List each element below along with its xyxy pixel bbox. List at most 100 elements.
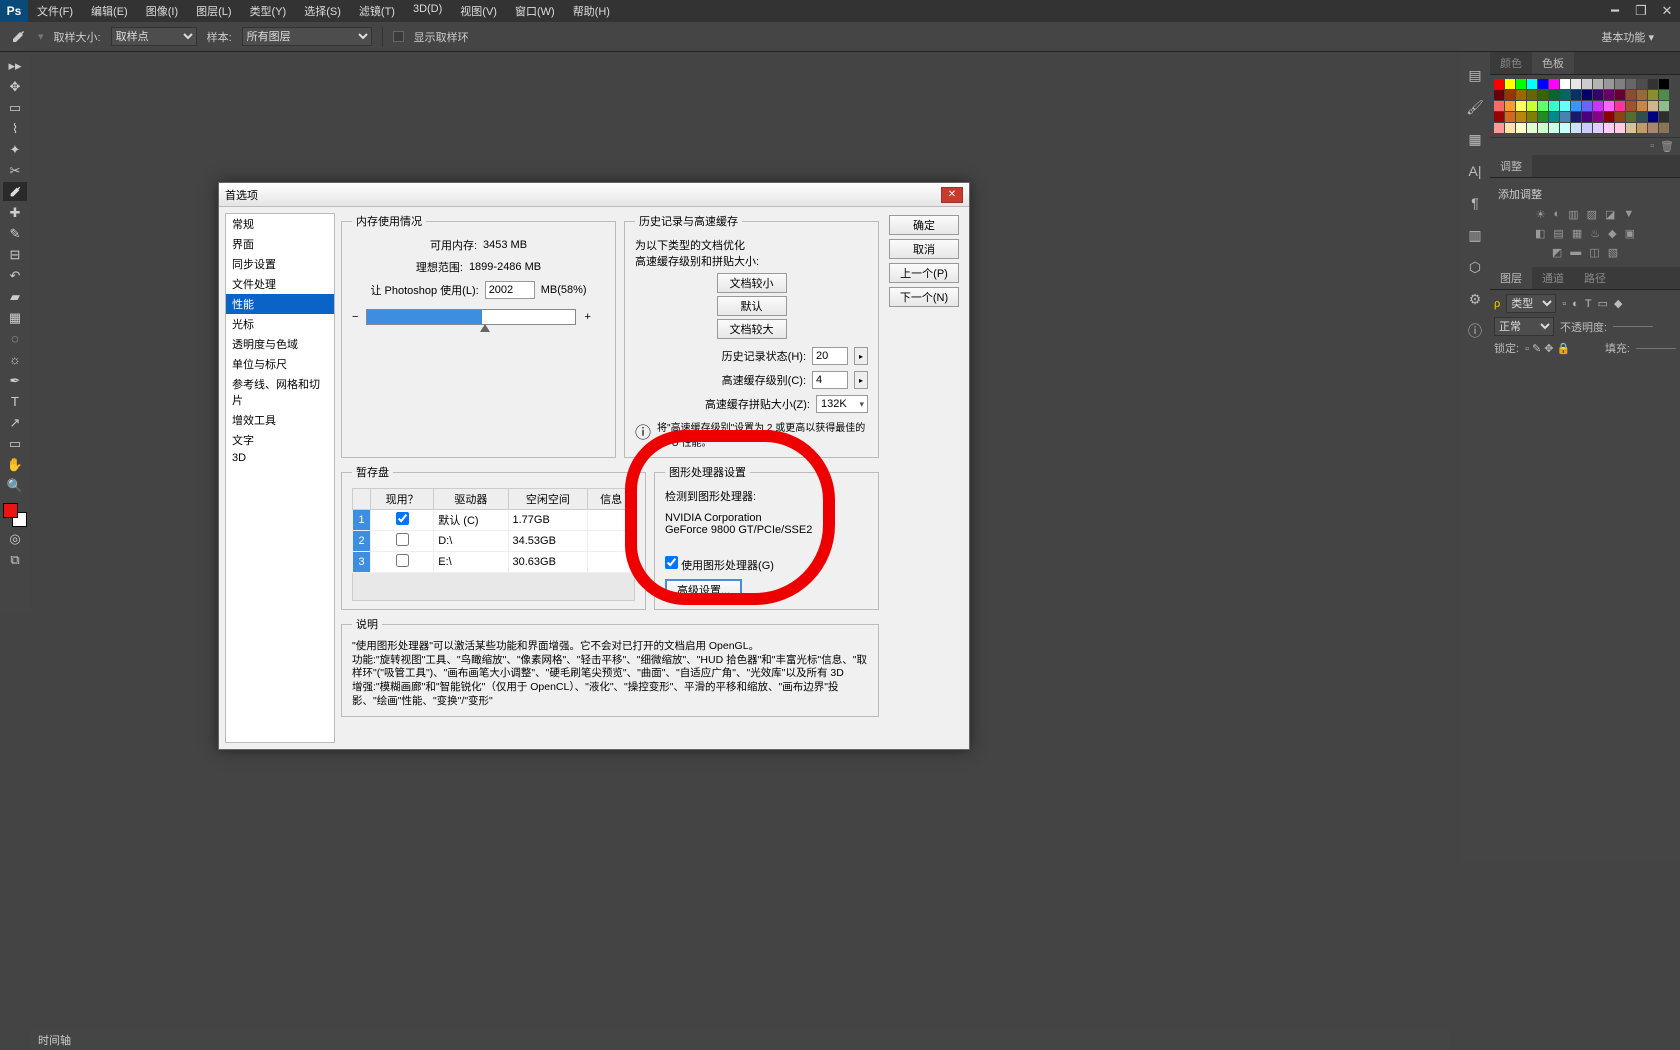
swatch-cell[interactable] (1505, 90, 1515, 100)
swatch-cell[interactable] (1648, 101, 1658, 111)
swatch-cell[interactable] (1538, 123, 1548, 133)
swatch-cell[interactable] (1527, 90, 1537, 100)
swatch-cell[interactable] (1560, 112, 1570, 122)
swatch-cell[interactable] (1659, 79, 1669, 89)
swatch-cell[interactable] (1604, 112, 1614, 122)
swatch-cell[interactable] (1593, 112, 1603, 122)
category-item[interactable]: 增效工具 (226, 410, 334, 430)
doc-large-button[interactable]: 文档较大 (717, 319, 787, 339)
dialog-close-button[interactable]: ✕ (941, 187, 963, 203)
type-tool[interactable]: T (3, 392, 27, 411)
wand-tool[interactable]: ✦ (3, 140, 27, 159)
scratch-active-checkbox[interactable] (396, 533, 409, 546)
minimize-button[interactable]: ━ (1602, 1, 1628, 21)
swatch-cell[interactable] (1615, 90, 1625, 100)
swatch-cell[interactable] (1582, 79, 1592, 89)
slider-minus[interactable]: − (352, 311, 358, 323)
menu-item[interactable]: 文件(F) (28, 0, 82, 23)
cache-levels-input[interactable] (812, 371, 848, 389)
swatch-cell[interactable] (1648, 112, 1658, 122)
para-panel-icon[interactable]: ¶ (1464, 192, 1486, 214)
swatch-cell[interactable] (1637, 112, 1647, 122)
workspace-switcher[interactable]: 基本功能 ▾ (1583, 26, 1672, 48)
swatch-cell[interactable] (1604, 101, 1614, 111)
swatches-grid[interactable] (1490, 75, 1680, 137)
swatch-cell[interactable] (1659, 101, 1669, 111)
menu-item[interactable]: 图层(L) (187, 0, 240, 23)
category-item[interactable]: 文件处理 (226, 274, 334, 294)
category-item[interactable]: 参考线、网格和切片 (226, 374, 334, 410)
swatch-cell[interactable] (1560, 101, 1570, 111)
menu-item[interactable]: 3D(D) (404, 0, 451, 23)
swatch-cell[interactable] (1604, 90, 1614, 100)
channels-tab[interactable]: 通道 (1532, 267, 1574, 289)
swatch-cell[interactable] (1626, 123, 1636, 133)
swatch-cell[interactable] (1560, 90, 1570, 100)
doc-small-button[interactable]: 文档较小 (717, 273, 787, 293)
blur-tool[interactable]: ◌ (3, 329, 27, 348)
blend-mode-select[interactable]: 正常 (1494, 317, 1554, 336)
swatch-cell[interactable] (1604, 79, 1614, 89)
hand-tool[interactable]: ✋ (3, 455, 27, 474)
category-item[interactable]: 光标 (226, 314, 334, 334)
swatch-cell[interactable] (1615, 101, 1625, 111)
swatch-cell[interactable] (1571, 101, 1581, 111)
swatch-cell[interactable] (1593, 101, 1603, 111)
lasso-tool[interactable]: ⌇ (3, 119, 27, 138)
swatch-cell[interactable] (1505, 79, 1515, 89)
swatch-cell[interactable] (1615, 123, 1625, 133)
color-panel-tab[interactable]: 颜色 (1490, 52, 1532, 74)
menu-item[interactable]: 类型(Y) (241, 0, 296, 23)
brush-tool[interactable]: ✎ (3, 224, 27, 243)
advanced-settings-button[interactable]: 高级设置... (665, 579, 742, 601)
memory-slider[interactable] (366, 309, 576, 325)
swatch-cell[interactable] (1582, 101, 1592, 111)
swatch-cell[interactable] (1494, 123, 1504, 133)
swatch-cell[interactable] (1604, 123, 1614, 133)
shape-tool[interactable]: ▭ (3, 434, 27, 453)
layers-panel-icon[interactable]: ▥ (1464, 224, 1486, 246)
menu-item[interactable]: 帮助(H) (564, 0, 619, 23)
swatch-cell[interactable] (1659, 90, 1669, 100)
path-select-tool[interactable]: ↗ (3, 413, 27, 432)
layer-filter-select[interactable]: 类型 (1506, 294, 1556, 313)
scratch-active-checkbox[interactable] (396, 554, 409, 567)
swatch-cell[interactable] (1516, 79, 1526, 89)
table-row[interactable]: 1默认 (C)1.77GB (353, 510, 635, 531)
swatch-cell[interactable] (1637, 101, 1647, 111)
category-item[interactable]: 3D (226, 450, 334, 466)
swatch-cell[interactable] (1593, 79, 1603, 89)
swatch-cell[interactable] (1527, 79, 1537, 89)
swatch-cell[interactable] (1626, 101, 1636, 111)
swatch-cell[interactable] (1659, 123, 1669, 133)
handle-icon[interactable]: ▸▸ (3, 56, 27, 75)
swatches-panel-tab[interactable]: 色板 (1532, 52, 1574, 74)
menu-item[interactable]: 编辑(E) (82, 0, 137, 23)
states-spinner[interactable]: ▸ (854, 347, 868, 365)
swatch-cell[interactable] (1571, 90, 1581, 100)
next-button[interactable]: 下一个(N) (889, 287, 959, 307)
swatch-cell[interactable] (1626, 79, 1636, 89)
move-tool[interactable]: ✥ (3, 77, 27, 96)
table-row[interactable]: 3E:\30.63GB (353, 552, 635, 573)
swatch-cell[interactable] (1560, 79, 1570, 89)
category-item[interactable]: 性能 (226, 294, 334, 314)
swatch-cell[interactable] (1615, 79, 1625, 89)
category-list[interactable]: 常规界面同步设置文件处理性能光标透明度与色域单位与标尺参考线、网格和切片增效工具… (225, 213, 335, 743)
close-button[interactable]: ✕ (1654, 1, 1680, 21)
category-item[interactable]: 透明度与色域 (226, 334, 334, 354)
swatch-cell[interactable] (1560, 123, 1570, 133)
adjustments-panel-tab[interactable]: 调整 (1490, 155, 1532, 177)
swatch-cell[interactable] (1516, 123, 1526, 133)
show-ring-checkbox[interactable] (393, 31, 404, 42)
swatch-cell[interactable] (1505, 112, 1515, 122)
swatch-cell[interactable] (1538, 90, 1548, 100)
brushpreset-panel-icon[interactable]: ▦ (1464, 128, 1486, 150)
zoom-tool[interactable]: 🔍 (3, 476, 27, 495)
swatch-cell[interactable] (1494, 112, 1504, 122)
pen-tool[interactable]: ✒ (3, 371, 27, 390)
swatch-cell[interactable] (1538, 79, 1548, 89)
swatch-cell[interactable] (1516, 90, 1526, 100)
menu-item[interactable]: 视图(V) (451, 0, 506, 23)
swatch-cell[interactable] (1637, 90, 1647, 100)
